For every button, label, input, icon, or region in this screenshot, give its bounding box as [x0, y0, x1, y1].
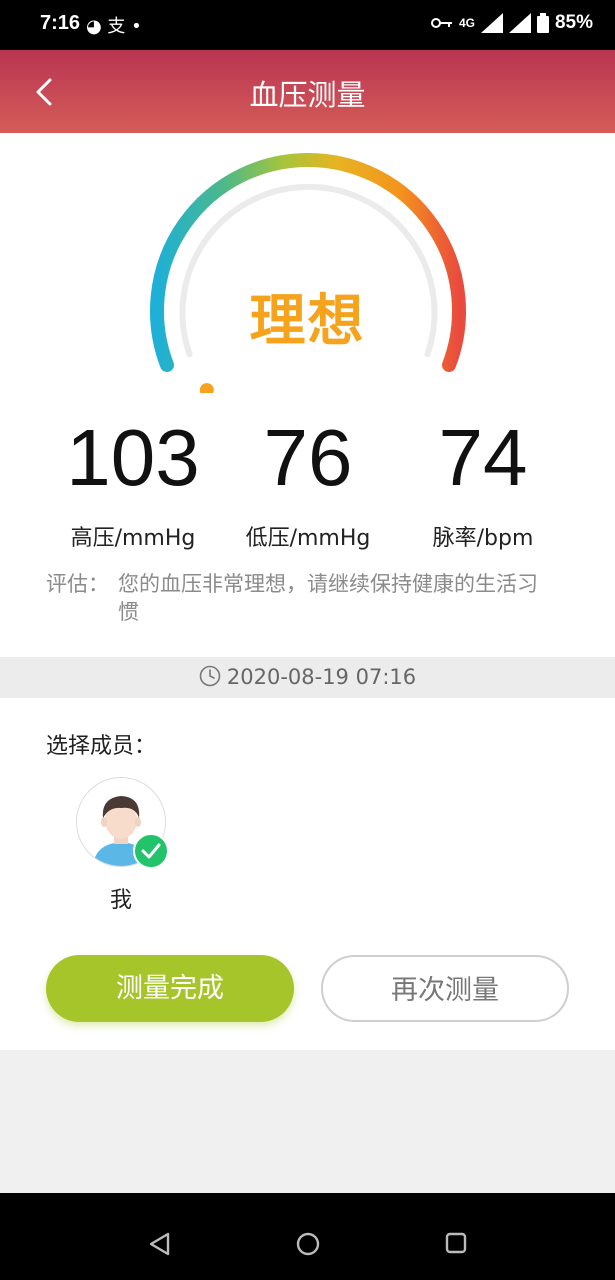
member-name: 我	[109, 888, 132, 913]
pulse-unit: 脉率/bpm	[432, 526, 534, 551]
network-type: 4G	[458, 16, 475, 30]
pulse-value: 74	[438, 413, 528, 502]
status-bar: 7:16 ◕ 支 • 4G 85%	[0, 0, 615, 50]
key-icon	[430, 18, 452, 28]
page-title: 血压测量	[249, 78, 366, 112]
member-section: 选择成员： 我 测量完成 再次测量	[0, 698, 615, 1050]
back-nav-icon[interactable]	[147, 1231, 173, 1257]
diastolic-metric: 76 低压/mmHg	[208, 418, 408, 552]
result-card: 理想 103 高压/mmHg 76 低压/mmHg 74 脉率/bpm 评估： …	[0, 133, 615, 657]
measurement-time: 2020-08-19 07:16	[226, 665, 417, 689]
systolic-metric: 103 高压/mmHg	[33, 418, 233, 552]
measurement-time-bar: 2020-08-19 07:16	[0, 657, 615, 698]
battery-icon	[536, 13, 549, 33]
signal-2-icon	[508, 13, 531, 33]
diastolic-value: 76	[263, 413, 353, 502]
system-nav-bar	[0, 1193, 615, 1280]
status-right: 4G 85%	[430, 12, 593, 34]
systolic-unit: 高压/mmHg	[70, 526, 196, 551]
member-section-title: 选择成员：	[46, 734, 157, 759]
battery-level: 85%	[554, 12, 593, 33]
assessment-text: 您的血压非常理想，请继续保持健康的生活习惯	[118, 572, 538, 624]
recents-nav-icon[interactable]	[444, 1231, 468, 1255]
diastolic-unit: 低压/mmHg	[245, 526, 371, 551]
gauge-level-dot	[199, 383, 214, 393]
selected-check-badge	[133, 833, 169, 869]
signal-icon	[480, 13, 503, 33]
measurement-done-button[interactable]: 测量完成	[46, 955, 294, 1022]
pressure-status: 理想	[249, 289, 366, 354]
header: 血压测量	[0, 50, 615, 133]
clock-icon	[199, 665, 221, 687]
systolic-value: 103	[66, 413, 200, 502]
status-time: 7:16	[40, 12, 81, 34]
checkmark-icon	[141, 843, 161, 859]
measure-again-button[interactable]: 再次测量	[321, 955, 569, 1022]
home-nav-icon[interactable]	[295, 1231, 321, 1257]
assessment-label: 评估：	[46, 572, 109, 596]
notification-icons: ◕ 支 •	[86, 16, 142, 37]
pulse-metric: 74 脉率/bpm	[383, 418, 583, 552]
